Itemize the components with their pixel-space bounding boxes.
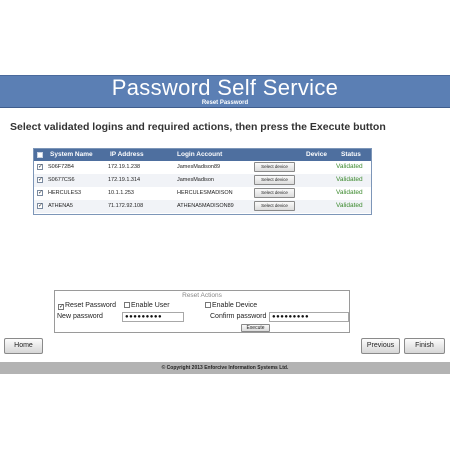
select-device-button[interactable]: Select device	[254, 188, 295, 198]
reset-actions-panel: Reset Actions ✓Reset Password Enable Use…	[54, 290, 350, 333]
cell-system-name: S06F72B4	[48, 164, 74, 170]
row-checkbox[interactable]: ✓	[37, 203, 43, 209]
table-row[interactable]: ✓ HERCULES3 10.1.1.253 HERCULESMADISON S…	[34, 187, 371, 200]
page-title: Password Self Service	[111, 75, 339, 100]
column-header-system-name[interactable]: System Name	[50, 151, 93, 158]
cell-ip-address: 172.19.1.238	[108, 164, 141, 170]
header-banner: Password Self Service Reset Password	[0, 75, 450, 108]
page-subtitle: Reset Password	[201, 100, 249, 106]
cell-login-account: HERCULESMADISON	[177, 190, 233, 196]
enable-device-option[interactable]: Enable Device	[205, 302, 257, 309]
cell-login-account: JamesMadison89	[177, 164, 221, 170]
status-validated: Validated	[336, 202, 363, 209]
select-device-button[interactable]: Select device	[254, 162, 295, 172]
row-checkbox[interactable]: ✓	[37, 190, 43, 196]
cell-ip-address: 71.172.92.108	[108, 203, 144, 209]
status-validated: Validated	[336, 176, 363, 183]
reset-password-option[interactable]: ✓Reset Password	[58, 302, 116, 310]
instruction-text: Select validated logins and required act…	[10, 121, 386, 133]
table-row[interactable]: ✓ S0677CS6 172.19.1.314 JamesMadison Sel…	[34, 174, 371, 187]
select-all-checkbox[interactable]	[37, 152, 43, 158]
home-button[interactable]: Home	[4, 338, 43, 354]
enable-user-checkbox[interactable]	[124, 302, 130, 308]
execute-button[interactable]: Execute	[241, 324, 270, 332]
new-password-label: New password	[57, 313, 103, 320]
cell-ip-address: 10.1.1.253	[108, 190, 134, 196]
confirm-password-label: Confirm password	[210, 313, 267, 320]
column-header-login-account[interactable]: Login Account	[177, 151, 222, 158]
enable-user-option[interactable]: Enable User	[124, 302, 170, 309]
cell-system-name: HERCULES3	[48, 190, 82, 196]
column-header-device[interactable]: Device	[306, 151, 327, 158]
table-row[interactable]: ✓ ATHENA5 71.172.92.108 ATHENA5MADISON89…	[34, 200, 371, 213]
reset-password-label: Reset Password	[65, 302, 116, 309]
cell-system-name: S0677CS6	[48, 177, 75, 183]
reset-password-checkbox[interactable]: ✓	[58, 304, 64, 310]
cell-system-name: ATHENA5	[48, 203, 73, 209]
status-validated: Validated	[336, 189, 363, 196]
cell-login-account: JamesMadison	[177, 177, 214, 183]
finish-button[interactable]: Finish	[404, 338, 445, 354]
row-checkbox[interactable]: ✓	[37, 164, 43, 170]
enable-user-label: Enable User	[131, 302, 170, 309]
copyright-footer: © Copyright 2013 Enforcive Information S…	[0, 362, 450, 374]
new-password-field[interactable]: ●●●●●●●●●	[122, 312, 184, 322]
grid-header: System Name IP Address Login Account Dev…	[34, 149, 371, 161]
confirm-password-field[interactable]: ●●●●●●●●●	[269, 312, 349, 322]
table-row[interactable]: ✓ S06F72B4 172.19.1.238 JamesMadison89 S…	[34, 161, 371, 174]
logins-grid: System Name IP Address Login Account Dev…	[33, 148, 372, 215]
status-validated: Validated	[336, 163, 363, 170]
reset-actions-legend: Reset Actions	[182, 292, 222, 299]
cell-login-account: ATHENA5MADISON89	[177, 203, 234, 209]
column-header-ip-address[interactable]: IP Address	[110, 151, 144, 158]
select-device-button[interactable]: Select device	[254, 175, 295, 185]
column-header-status[interactable]: Status	[341, 151, 361, 158]
previous-button[interactable]: Previous	[361, 338, 400, 354]
password-row: New password ●●●●●●●●● Confirm password …	[56, 312, 349, 322]
row-checkbox[interactable]: ✓	[37, 177, 43, 183]
select-device-button[interactable]: Select device	[254, 201, 295, 211]
enable-device-checkbox[interactable]	[205, 302, 211, 308]
cell-ip-address: 172.19.1.314	[108, 177, 141, 183]
enable-device-label: Enable Device	[212, 302, 258, 309]
